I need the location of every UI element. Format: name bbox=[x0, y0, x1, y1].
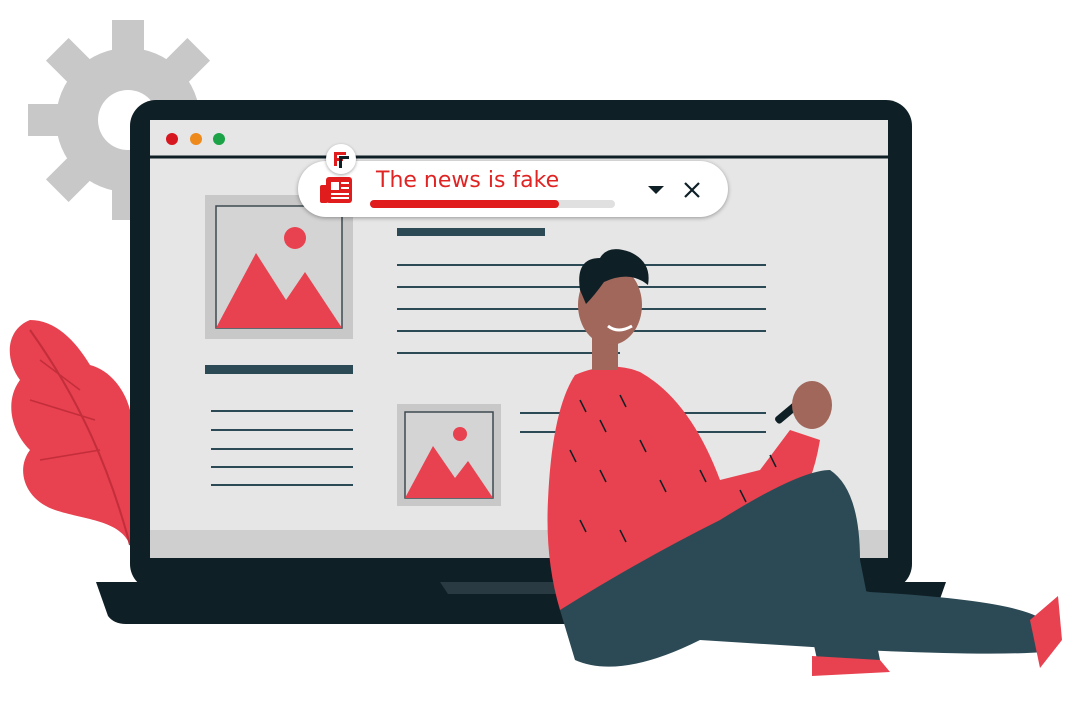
newspaper-icon bbox=[320, 177, 352, 203]
fake-level-fill bbox=[370, 200, 559, 208]
logo-f-icon bbox=[334, 152, 349, 168]
fake-news-alert[interactable]: The news is fake bbox=[298, 161, 728, 217]
leaf-icon bbox=[9, 320, 131, 546]
thumbnail-image-icon bbox=[397, 404, 501, 506]
brand-logo bbox=[326, 144, 356, 174]
alert-headline: The news is fake bbox=[376, 168, 560, 193]
illustration: The news is fake bbox=[0, 0, 1080, 701]
caption-placeholder bbox=[205, 365, 353, 374]
scene bbox=[9, 20, 1062, 676]
window-minimize-dot bbox=[190, 133, 202, 145]
headline-placeholder bbox=[397, 228, 545, 236]
chevron-down-icon[interactable] bbox=[644, 179, 668, 199]
fake-level-bar bbox=[370, 200, 615, 208]
window-close-dot bbox=[166, 133, 178, 145]
close-icon[interactable] bbox=[681, 179, 703, 201]
window-maximize-dot bbox=[213, 133, 225, 145]
